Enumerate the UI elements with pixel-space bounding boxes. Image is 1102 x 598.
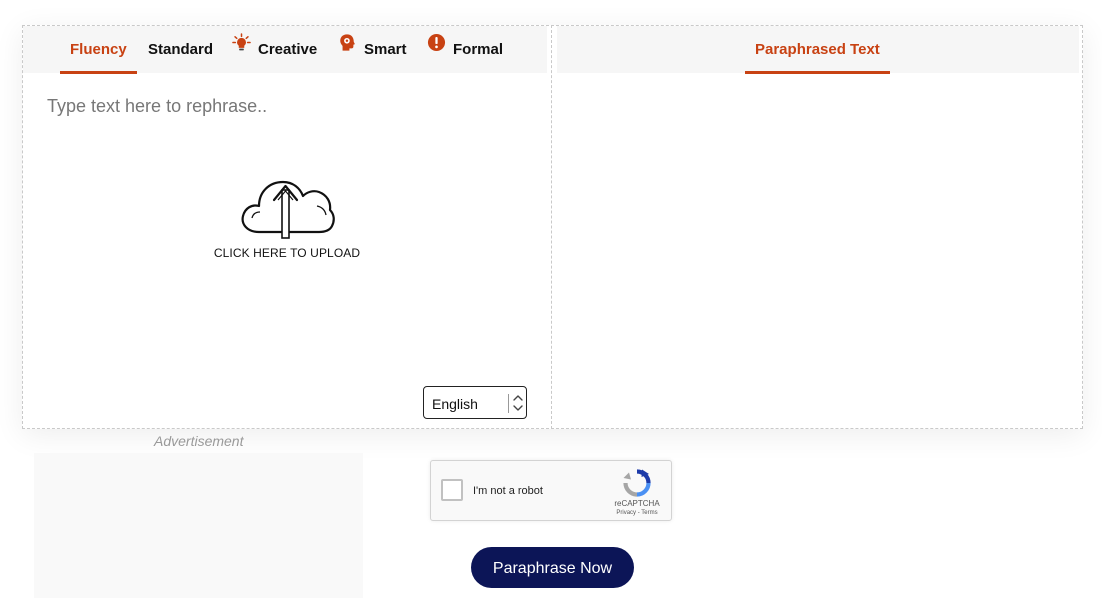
tab-formal[interactable]: Formal (427, 26, 503, 73)
tab-fluency-label: Fluency (70, 41, 127, 58)
recaptcha-label: I'm not a robot (473, 485, 543, 497)
active-tab-underline (60, 71, 137, 74)
tab-formal-label: Formal (453, 41, 504, 58)
language-select[interactable]: English (423, 386, 527, 419)
tab-paraphrased-text[interactable]: Paraphrased Text (745, 26, 890, 74)
language-select-value: English (432, 396, 478, 412)
advertisement-slot (34, 453, 363, 598)
upload-button[interactable]: CLICK HERE TO UPLOAD (207, 176, 367, 266)
paraphrase-now-button[interactable]: Paraphrase Now (471, 547, 634, 588)
mode-tabs: Fluency Standard Creative Smart Formal (23, 26, 547, 74)
tab-smart-label: Smart (364, 41, 407, 58)
tab-creative-label: Creative (258, 41, 318, 58)
lightbulb-icon (232, 24, 251, 72)
paraphraser-frame (22, 25, 1083, 429)
text-input-placeholder[interactable]: Type text here to rephrase.. (47, 96, 267, 117)
advertisement-label: Advertisement (154, 433, 244, 449)
updown-chevron-icon (512, 392, 524, 419)
tab-standard[interactable]: Standard (148, 26, 213, 73)
brain-head-icon (338, 24, 357, 72)
alert-circle-icon (427, 24, 446, 72)
active-tab-underline (745, 71, 890, 74)
recaptcha-logo-icon (623, 469, 651, 502)
tab-paraphrased-text-label: Paraphrased Text (755, 41, 880, 58)
recaptcha-checkbox[interactable] (441, 479, 463, 501)
select-separator (508, 394, 509, 413)
output-tabs: Paraphrased Text (557, 26, 1079, 74)
tab-smart[interactable]: Smart (338, 26, 407, 73)
upload-label: CLICK HERE TO UPLOAD (213, 246, 361, 260)
panel-divider (551, 25, 552, 429)
tab-standard-label: Standard (148, 41, 214, 58)
recaptcha-links[interactable]: Privacy - Terms (607, 510, 667, 516)
cloud-upload-icon (207, 176, 367, 240)
recaptcha-widget: I'm not a robot reCAPTCHA Privacy - Term… (430, 460, 672, 521)
tab-fluency[interactable]: Fluency (60, 26, 137, 74)
recaptcha-brand: reCAPTCHA (614, 499, 660, 508)
tab-creative[interactable]: Creative (232, 26, 317, 73)
